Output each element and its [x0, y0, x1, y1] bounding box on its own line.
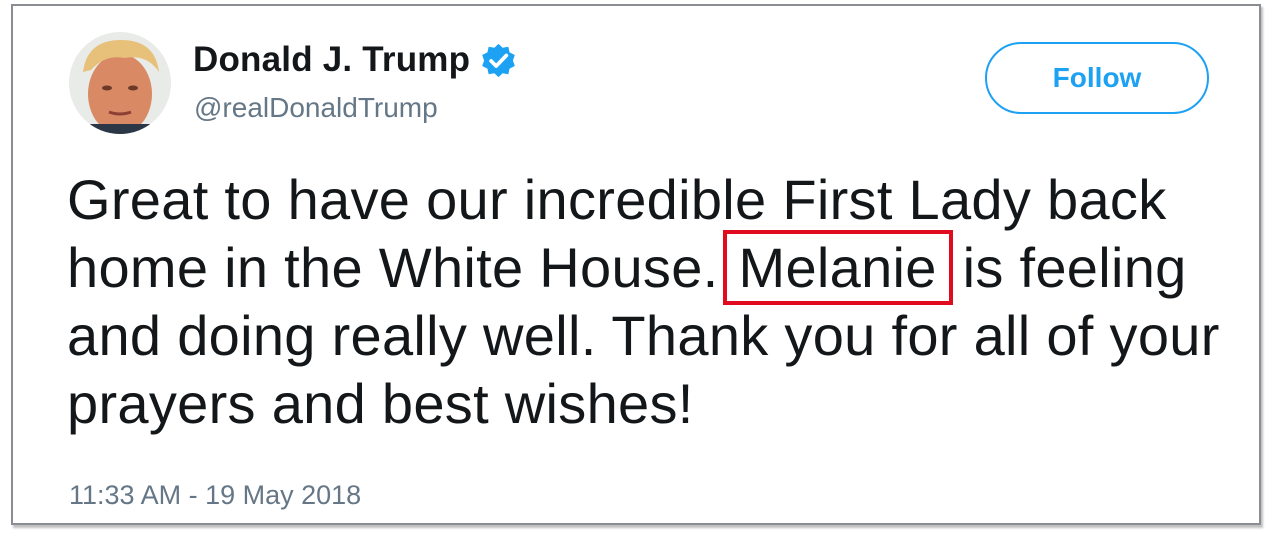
- avatar[interactable]: [69, 32, 171, 134]
- follow-button[interactable]: Follow: [985, 42, 1209, 114]
- author-display-name[interactable]: Donald J. Trump: [193, 40, 470, 80]
- tweet-card: Donald J. Trump @realDonaldTrump Follow …: [11, 4, 1261, 525]
- tweet-timestamp[interactable]: 11:33 AM - 19 May 2018: [69, 480, 361, 511]
- highlighted-word: Melanie: [722, 230, 953, 305]
- profile-photo: [69, 32, 171, 134]
- author-name-row: Donald J. Trump: [193, 40, 517, 80]
- author-handle[interactable]: @realDonaldTrump: [194, 92, 438, 124]
- verified-badge-icon: [482, 43, 515, 77]
- tweet-text: Great to have our incredible First Lady …: [67, 166, 1253, 438]
